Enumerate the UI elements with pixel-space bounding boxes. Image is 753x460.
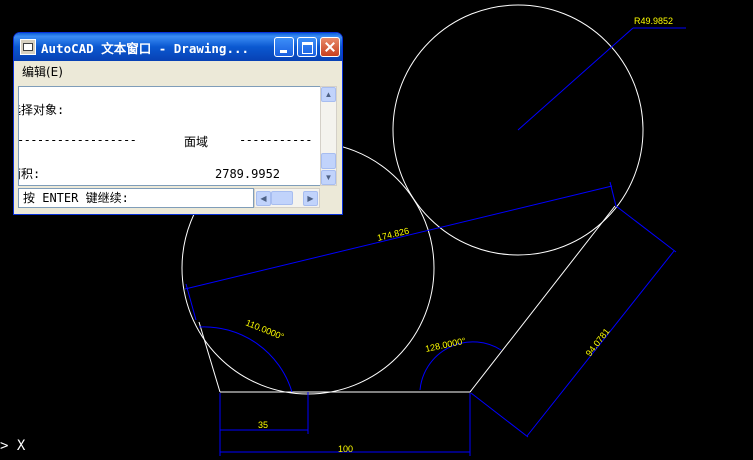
scroll-left-arrow-icon[interactable]: ◀ (256, 191, 271, 206)
history-separator-right: ----------- (239, 133, 312, 147)
window-title: AutoCAD 文本窗口 - Drawing... (41, 40, 250, 56)
slant-ext-1 (615, 205, 677, 253)
diagonal-dim-text: 174.826 (376, 226, 410, 243)
menu-edit[interactable]: 编辑(E) (22, 63, 63, 80)
horizontal-scrollbar[interactable]: ◀ ▶ (254, 188, 320, 208)
history-region-label: 面域 (184, 135, 209, 149)
radius-dim-line (517, 27, 634, 131)
close-button[interactable] (320, 37, 340, 57)
title-bar[interactable]: AutoCAD 文本窗口 - Drawing... (14, 33, 342, 61)
diagonal-ext-2 (609, 181, 617, 207)
text-history[interactable]: 选择对象: ------------------ 面域 ----------- … (18, 86, 323, 186)
history-area-value: 2789.9952 (215, 167, 281, 181)
angle-text-right: 128.0000° (424, 336, 467, 354)
history-line-select: 选择对象: (19, 103, 65, 117)
history-separator-left: ------------------ (18, 133, 137, 147)
command-line-prompt[interactable]: > X (0, 438, 25, 454)
horizontal-scroll-thumb[interactable] (271, 191, 293, 205)
history-area-label: 面积: (19, 167, 41, 181)
text-window[interactable]: AutoCAD 文本窗口 - Drawing... 编辑(E) 选择对象: --… (13, 32, 343, 215)
scroll-right-arrow-icon[interactable]: ▶ (303, 191, 318, 206)
radius-dim-text: R49.9852 (634, 16, 673, 26)
small-dim-text: 35 (258, 420, 268, 430)
bottom-dim-text: 100 (338, 444, 353, 454)
scroll-up-arrow-icon[interactable]: ▲ (321, 87, 336, 102)
slant-ext-2 (470, 392, 529, 438)
scroll-down-arrow-icon[interactable]: ▼ (321, 170, 336, 185)
autocad-app-icon[interactable] (20, 39, 36, 55)
minimize-button[interactable] (274, 37, 294, 57)
maximize-button[interactable] (297, 37, 317, 57)
command-input[interactable]: 按 ENTER 键继续: (18, 188, 254, 208)
menu-bar: 编辑(E) (14, 61, 342, 81)
vertical-scroll-thumb[interactable] (321, 153, 336, 169)
slant-dim-text: 94.0781 (584, 326, 612, 358)
vertical-scrollbar[interactable]: ▲ ▼ (320, 86, 337, 186)
angle-text-left: 110.0000° (244, 318, 286, 343)
